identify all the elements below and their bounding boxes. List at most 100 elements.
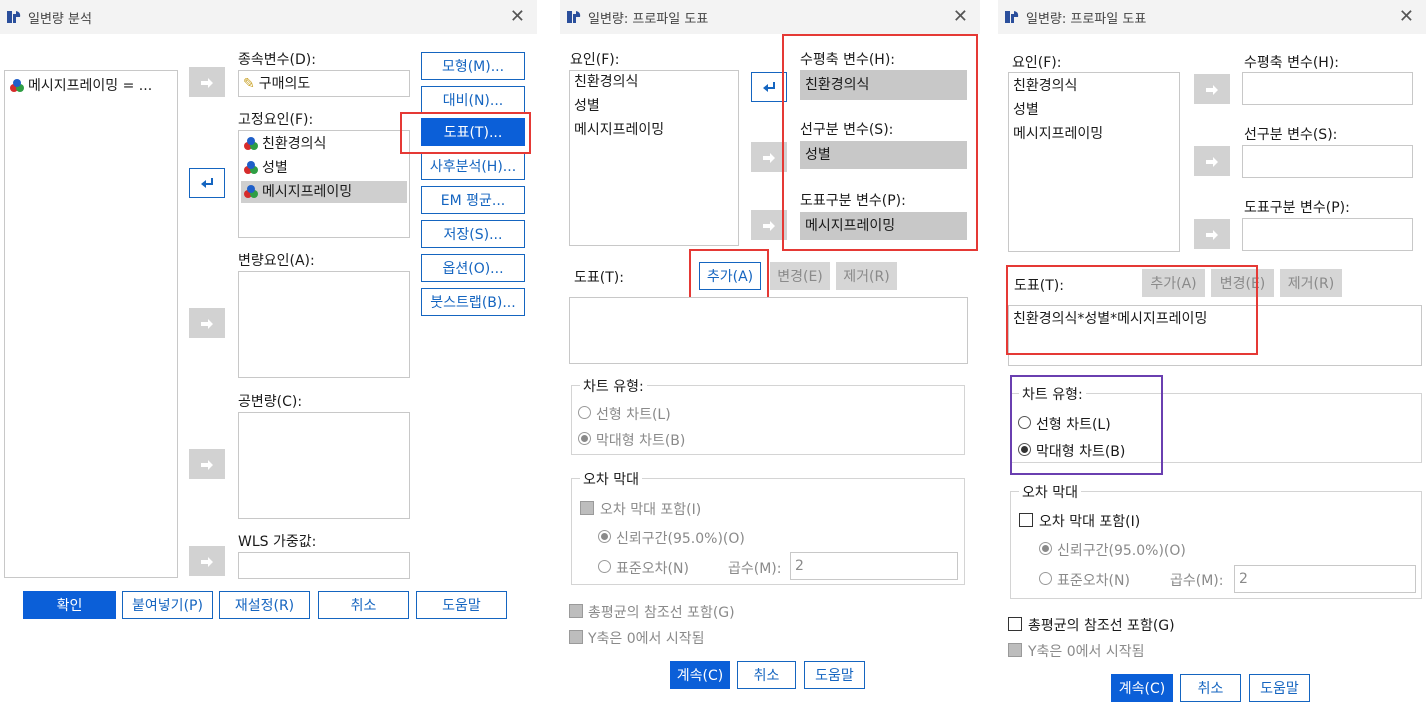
y-axis-zero-label: Y축은 0에서 시작됨 <box>588 631 705 647</box>
covariate-label: 공변량(C): <box>238 394 303 410</box>
multiplier-field[interactable]: 2 <box>790 552 958 580</box>
nominal-variable-icon <box>10 79 24 92</box>
list-item[interactable]: 메시지프레이밍 = ... <box>9 75 152 97</box>
profile-plots-dialog-1: 일변량: 프로파일 도표 ✕ 요인(F): 친환경의식 성별 메시지프레이밍 수… <box>560 0 980 715</box>
wls-weight-label: WLS 가중값: <box>238 534 317 550</box>
close-icon[interactable]: ✕ <box>1399 6 1414 27</box>
list-item-selected[interactable]: 메시지프레이밍 <box>241 181 407 203</box>
separate-plots-field[interactable] <box>1242 218 1413 251</box>
y-axis-zero-checkbox[interactable] <box>569 630 583 644</box>
list-item[interactable]: 메시지프레이밍 <box>574 119 664 141</box>
options-button[interactable]: 옵션(O)... <box>421 254 525 282</box>
se-label: 표준오차(N) <box>616 561 689 577</box>
save-button[interactable]: 저장(S)... <box>421 220 525 248</box>
arrow-right-icon <box>201 319 213 329</box>
dialog-title: 일변량: 프로파일 도표 <box>588 12 709 27</box>
continue-button[interactable]: 계속(C) <box>1111 674 1173 702</box>
change-button[interactable]: 변경(E) <box>770 262 830 290</box>
random-factor-list[interactable] <box>238 271 410 378</box>
include-error-bars-label: 오차 막대 포함(I) <box>600 502 702 518</box>
multiplier-value: 2 <box>795 558 804 574</box>
move-to-plots-button[interactable] <box>1194 219 1230 249</box>
remove-button[interactable]: 제거(R) <box>1280 269 1342 297</box>
arrow-right-icon <box>763 153 775 163</box>
ok-button[interactable]: 확인 <box>23 591 116 619</box>
move-from-fixed-button[interactable] <box>189 168 225 198</box>
line-chart-radio[interactable] <box>578 406 591 419</box>
ci-radio[interactable] <box>598 530 611 543</box>
separate-lines-field[interactable] <box>1242 145 1413 178</box>
move-to-covariate-button[interactable] <box>189 449 225 479</box>
nominal-variable-icon <box>244 185 258 198</box>
highlight-add-button <box>689 249 769 299</box>
title-bar: 일변량: 프로파일 도표 ✕ <box>560 0 980 34</box>
move-to-random-button[interactable] <box>189 308 225 338</box>
close-icon[interactable]: ✕ <box>510 6 525 27</box>
list-item[interactable]: 친환경의식 <box>243 133 326 155</box>
move-to-dependent-button[interactable] <box>189 67 225 97</box>
contrasts-button[interactable]: 대비(N)... <box>421 86 525 114</box>
bootstrap-button[interactable]: 붓스트랩(B)... <box>421 288 525 316</box>
help-button[interactable]: 도움말 <box>1249 674 1310 702</box>
list-item[interactable]: 메시지프레이밍 <box>1013 123 1103 145</box>
move-to-lines-button[interactable] <box>1194 146 1230 176</box>
profile-plots-dialog-2: 일변량: 프로파일 도표 ✕ 요인(F): 친환경의식 성별 메시지프레이밍 수… <box>998 0 1426 715</box>
factors-label: 요인(F): <box>1012 55 1062 71</box>
list-item[interactable]: 친환경의식 <box>574 71 638 93</box>
error-bars-title: 오차 막대 <box>580 469 642 489</box>
reset-button[interactable]: 재설정(R) <box>219 591 310 619</box>
random-factor-label: 변량요인(A): <box>238 253 315 269</box>
plots-list[interactable] <box>569 297 968 364</box>
list-item[interactable]: 성별 <box>574 95 600 117</box>
include-error-bars-checkbox[interactable] <box>580 501 594 515</box>
reference-line-checkbox[interactable] <box>1008 617 1022 631</box>
cancel-button[interactable]: 취소 <box>1180 674 1241 702</box>
arrow-right-icon <box>201 78 213 88</box>
arrow-right-icon <box>763 221 775 231</box>
arrow-left-icon <box>763 82 775 92</box>
multiplier-field[interactable]: 2 <box>1234 565 1416 593</box>
se-radio[interactable] <box>598 560 611 573</box>
spss-app-icon <box>7 11 21 23</box>
help-button[interactable]: 도움말 <box>804 661 865 689</box>
include-error-bars-checkbox[interactable] <box>1019 513 1033 527</box>
line-chart-label: 선형 차트(L) <box>596 407 671 423</box>
fixed-factor-list[interactable]: 친환경의식 성별 메시지프레이밍 <box>238 130 410 238</box>
list-item[interactable]: 친환경의식 <box>1013 75 1077 97</box>
plots-label: 도표(T): <box>574 270 624 286</box>
ci-radio[interactable] <box>1039 542 1052 555</box>
se-radio[interactable] <box>1039 572 1052 585</box>
reference-line-checkbox[interactable] <box>569 604 583 618</box>
highlight-axis-variables <box>782 34 978 251</box>
bar-chart-radio[interactable] <box>578 432 591 445</box>
highlight-plots-list <box>1006 265 1258 355</box>
spss-app-icon <box>567 11 581 23</box>
y-axis-zero-checkbox[interactable] <box>1008 643 1022 657</box>
horizontal-axis-field[interactable] <box>1242 72 1413 105</box>
cancel-button[interactable]: 취소 <box>737 661 796 689</box>
wls-weight-field[interactable] <box>238 552 410 579</box>
factors-list[interactable]: 친환경의식 성별 메시지프레이밍 <box>569 70 739 246</box>
separate-plots-label: 도표구분 변수(P): <box>1244 200 1350 216</box>
remove-button[interactable]: 제거(R) <box>836 262 897 290</box>
close-icon[interactable]: ✕ <box>953 6 968 27</box>
source-variable-list[interactable]: 메시지프레이밍 = ... <box>4 70 178 578</box>
continue-button[interactable]: 계속(C) <box>670 661 730 689</box>
model-button[interactable]: 모형(M)... <box>421 52 525 80</box>
dependent-field[interactable]: ✎ 구매의도 <box>238 70 410 97</box>
move-to-horizontal-button[interactable] <box>1194 74 1230 104</box>
title-bar: 일변량: 프로파일 도표 ✕ <box>998 0 1426 34</box>
paste-button[interactable]: 붙여넣기(P) <box>122 591 213 619</box>
list-item[interactable]: 성별 <box>1013 99 1039 121</box>
scale-variable-icon: ✎ <box>243 76 255 92</box>
covariate-list[interactable] <box>238 412 410 519</box>
factors-list[interactable]: 친환경의식 성별 메시지프레이밍 <box>1008 72 1180 252</box>
post-hoc-button[interactable]: 사후분석(H)... <box>421 152 525 180</box>
move-to-wls-button[interactable] <box>189 546 225 576</box>
arrow-right-icon <box>1206 230 1218 240</box>
help-button[interactable]: 도움말 <box>416 591 507 619</box>
highlight-chart-type <box>1010 375 1163 475</box>
em-means-button[interactable]: EM 평균... <box>421 186 525 214</box>
list-item[interactable]: 성별 <box>243 157 288 179</box>
cancel-button[interactable]: 취소 <box>318 591 409 619</box>
